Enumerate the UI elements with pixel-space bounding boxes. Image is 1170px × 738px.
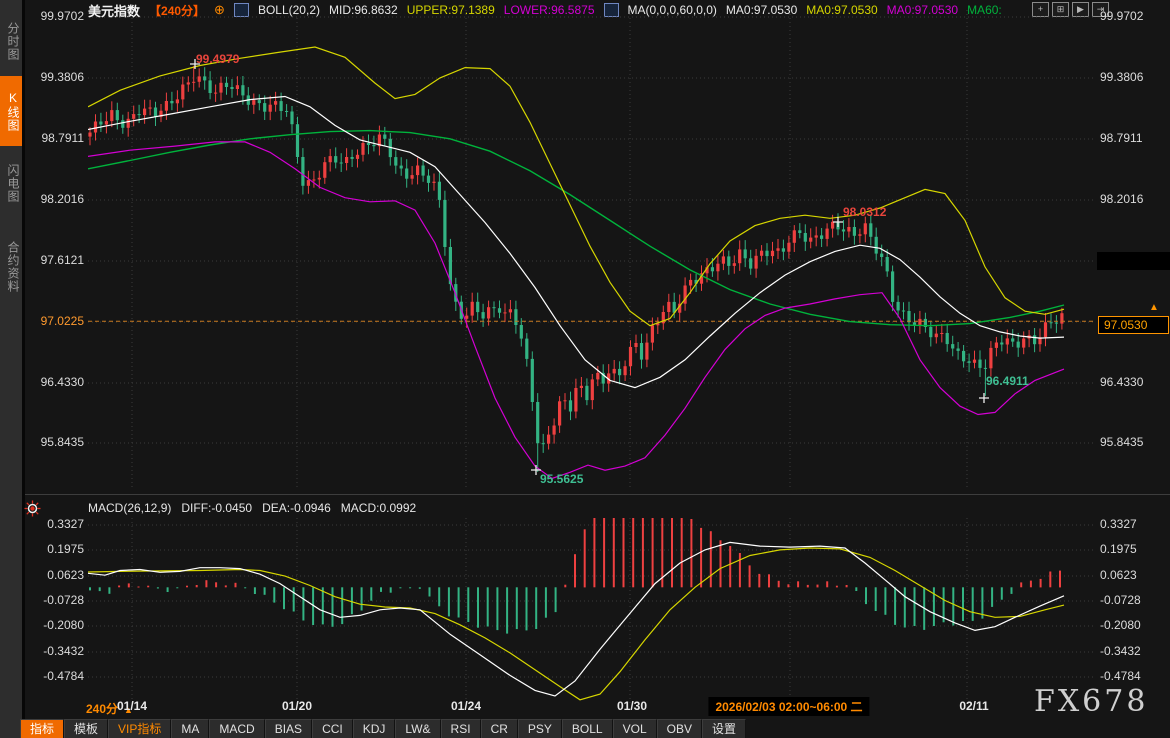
toolbar-item-13[interactable]: BOLL xyxy=(562,719,613,738)
macd-header: MACD(26,12,9) DIFF:-0.0450 DEA:-0.0946 M… xyxy=(88,501,416,515)
date-tick-2: 01/24 xyxy=(451,699,481,713)
masked-price-label xyxy=(1097,252,1170,270)
macd-diff-value: DIFF:-0.0450 xyxy=(181,501,252,515)
toolbar-item-7[interactable]: CCI xyxy=(312,719,353,738)
price-pointer-icon: ▲ xyxy=(1149,302,1159,313)
price-tick-left-5: 97.0225 xyxy=(26,314,84,329)
sidebar-tab-4[interactable]: 合约资料 xyxy=(0,220,22,314)
macd-tick-right-0: 0.3327 xyxy=(1100,517,1166,532)
candlestick-chart[interactable] xyxy=(88,10,1095,490)
toolbar-item-11[interactable]: CR xyxy=(481,719,518,738)
hovered-bar-time-label: 2026/02/03 02:00~06:00 二 xyxy=(708,697,869,716)
toolbar-item-3[interactable]: VIP指标 xyxy=(108,719,171,738)
date-tick-4: 02/11 xyxy=(959,699,988,713)
toolbar-item-9[interactable]: LW& xyxy=(395,719,440,738)
settings-button[interactable]: 设置 xyxy=(702,719,746,738)
indicator-toolbar: 指标模板VIP指标MAMACDBIASCCIKDJLW&RSICRPSYBOLL… xyxy=(20,719,746,738)
left-sidebar: 分时图K线图闪电图合约资料 xyxy=(0,0,25,738)
price-tick-left-6: 96.4330 xyxy=(26,375,84,390)
toolbar-item-8[interactable]: KDJ xyxy=(353,719,396,738)
toolbar-item-15[interactable]: OBV xyxy=(657,719,702,738)
price-tick-left-7: 95.8435 xyxy=(26,435,84,450)
sidebar-tab-1[interactable]: 分时图 xyxy=(0,6,22,76)
price-tick-left-2: 98.7911 xyxy=(26,131,84,146)
toolbar-item-10[interactable]: RSI xyxy=(441,719,481,738)
sidebar-tab-3[interactable]: 闪电图 xyxy=(0,148,22,218)
watermark: FX678 xyxy=(1034,684,1148,719)
toolbar-item-4[interactable]: MA xyxy=(171,719,209,738)
toolbar-item-2[interactable]: 模板 xyxy=(64,719,108,738)
price-marker-label-1: 99.4979 xyxy=(196,52,239,66)
macd-tick-right-1: 0.1975 xyxy=(1100,542,1166,557)
date-tick-0: 01/14 xyxy=(117,699,147,713)
price-marker-label-2: 98.0312 xyxy=(843,205,886,219)
price-tick-right-2: 98.7911 xyxy=(1100,131,1166,146)
date-tick-1: 01/20 xyxy=(282,699,312,713)
price-tick-left-3: 98.2016 xyxy=(26,192,84,207)
price-tick-left-4: 97.6121 xyxy=(26,253,84,268)
macd-tick-left-6: -0.4784 xyxy=(26,669,84,684)
macd-tick-left-3: -0.0728 xyxy=(26,593,84,608)
toolbar-item-1[interactable]: 指标 xyxy=(20,719,64,738)
pane-divider[interactable] xyxy=(25,494,1170,495)
sidebar-tab-2[interactable]: K线图 xyxy=(0,76,22,146)
price-tick-right-6: 96.4330 xyxy=(1100,375,1166,390)
price-tick-right-0: 99.9702 xyxy=(1100,9,1166,24)
date-tick-3: 01/30 xyxy=(617,699,647,713)
toolbar-item-12[interactable]: PSY xyxy=(518,719,562,738)
macd-tick-left-2: 0.0623 xyxy=(26,568,84,583)
trading-app-window: 分时图K线图闪电图合约资料 美元指数 【240分】 ⊕ BOLL(20,2) M… xyxy=(0,0,1170,738)
toolbar-item-14[interactable]: VOL xyxy=(613,719,657,738)
macd-title: MACD(26,12,9) xyxy=(88,501,171,515)
macd-tick-right-4: -0.2080 xyxy=(1100,618,1166,633)
macd-tick-right-3: -0.0728 xyxy=(1100,593,1166,608)
macd-tick-right-5: -0.3432 xyxy=(1100,644,1166,659)
macd-tick-left-5: -0.3432 xyxy=(26,644,84,659)
macd-tick-left-1: 0.1975 xyxy=(26,542,84,557)
macd-tick-right-6: -0.4784 xyxy=(1100,669,1166,684)
macd-dea-value: DEA:-0.0946 xyxy=(262,501,331,515)
price-tick-right-7: 95.8435 xyxy=(1100,435,1166,450)
toolbar-item-5[interactable]: MACD xyxy=(209,719,264,738)
macd-tick-right-2: 0.0623 xyxy=(1100,568,1166,583)
last-price-badge: 97.0530 xyxy=(1098,316,1169,334)
price-tick-right-3: 98.2016 xyxy=(1100,192,1166,207)
price-tick-left-1: 99.3806 xyxy=(26,70,84,85)
price-marker-label-3: 95.5625 xyxy=(540,472,583,486)
macd-chart[interactable] xyxy=(88,518,1095,703)
price-tick-right-1: 99.3806 xyxy=(1100,70,1166,85)
timeframe-label: 240分 xyxy=(86,702,118,716)
price-tick-left-0: 99.9702 xyxy=(26,9,84,24)
macd-tick-left-0: 0.3327 xyxy=(26,517,84,532)
macd-macd-value: MACD:0.0992 xyxy=(341,501,416,515)
price-marker-label-4: 96.4911 xyxy=(986,374,1029,388)
toolbar-item-6[interactable]: BIAS xyxy=(265,719,312,738)
macd-tick-left-4: -0.2080 xyxy=(26,618,84,633)
